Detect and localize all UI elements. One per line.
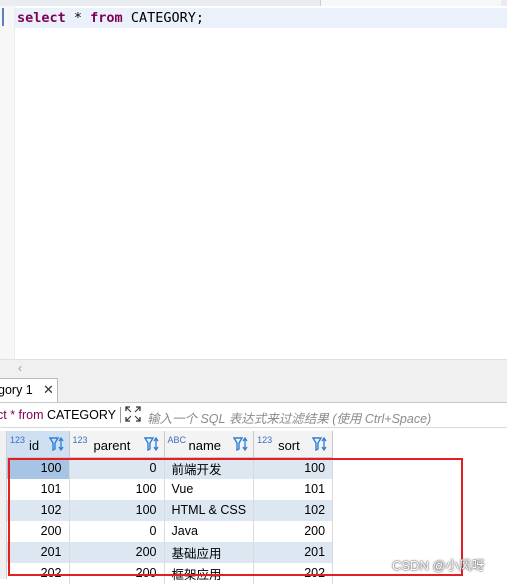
cell-sort[interactable]: 201: [253, 541, 334, 563]
filter-sort-icon[interactable]: [312, 436, 328, 452]
cell-id[interactable]: 200: [7, 520, 70, 542]
cell-name[interactable]: Vue: [164, 478, 255, 500]
filter-input[interactable]: 输入一个 SQL 表达式来过滤结果 (使用 Ctrl+Space): [147, 408, 431, 427]
filter-sort-icon[interactable]: [48, 436, 65, 452]
change-marker: [2, 8, 4, 26]
cell-parent[interactable]: 100: [69, 478, 165, 500]
sql-star: *: [65, 10, 91, 26]
cell-parent[interactable]: 200: [69, 541, 165, 563]
table-row[interactable]: 202 200 框架应用 202: [7, 562, 334, 584]
cell-parent[interactable]: 200: [69, 562, 165, 584]
sql-keyword-select: select: [17, 10, 66, 26]
filter-sort-icon[interactable]: [233, 436, 249, 452]
divider: [120, 407, 121, 423]
cell-sort[interactable]: 100: [253, 457, 334, 479]
text-type-icon: ABC: [167, 435, 187, 445]
filter-query-keywords: ct * from: [0, 408, 44, 422]
sql-editor[interactable]: select * from CATEGORY;: [0, 6, 507, 359]
column-name: sort: [278, 438, 300, 453]
number-type-icon: 123: [72, 435, 88, 445]
cell-id[interactable]: 101: [7, 478, 70, 500]
sql-keyword-from: from: [90, 10, 123, 26]
results-tab-bar: gory 1 ✕: [0, 376, 507, 403]
line-gutter: [0, 6, 15, 359]
cell-id[interactable]: 202: [7, 562, 70, 584]
table-row[interactable]: 201 200 基础应用 201: [7, 541, 334, 563]
editor-horizontal-scrollbar[interactable]: ‹: [0, 359, 507, 376]
column-name: parent: [93, 438, 131, 453]
expand-icon[interactable]: [125, 406, 141, 422]
filter-query: ct * from CATEGORY: [0, 408, 116, 422]
table-row[interactable]: 102 100 HTML & CSS 102: [7, 499, 334, 521]
table-row[interactable]: 100 0 前端开发 100: [7, 457, 334, 479]
cell-name[interactable]: 基础应用: [164, 541, 255, 563]
column-header-id[interactable]: 123 id: [7, 431, 70, 458]
filter-sort-icon[interactable]: [143, 436, 160, 452]
scroll-left-icon[interactable]: ‹: [18, 360, 22, 376]
number-type-icon: 123: [10, 435, 26, 445]
cell-name[interactable]: 前端开发: [164, 457, 255, 479]
sql-statement[interactable]: select * from CATEGORY;: [17, 10, 204, 27]
cell-sort[interactable]: 101: [253, 478, 334, 500]
results-table: 123 id 123 parent ABC name 123 sort 100 …: [7, 431, 334, 584]
sql-table-name: CATEGORY;: [122, 10, 204, 26]
cell-id[interactable]: 100: [7, 457, 70, 479]
cell-id[interactable]: 201: [7, 541, 70, 563]
tab-results[interactable]: gory 1 ✕: [0, 378, 58, 402]
number-type-icon: 123: [257, 435, 273, 445]
cell-parent[interactable]: 0: [69, 457, 165, 479]
cell-sort[interactable]: 102: [253, 499, 334, 521]
cell-name[interactable]: Java: [164, 520, 255, 542]
column-header-sort[interactable]: 123 sort: [253, 431, 334, 458]
cell-name[interactable]: HTML & CSS: [164, 499, 255, 521]
column-header-name[interactable]: ABC name: [164, 431, 255, 458]
results-tab-label: gory 1: [0, 383, 33, 397]
cell-name[interactable]: 框架应用: [164, 562, 255, 584]
column-name: id: [29, 438, 40, 453]
close-icon[interactable]: ✕: [43, 382, 54, 398]
filter-query-table: CATEGORY: [43, 408, 117, 422]
cell-sort[interactable]: 202: [253, 562, 334, 584]
cell-parent[interactable]: 100: [69, 499, 165, 521]
cell-id[interactable]: 102: [7, 499, 70, 521]
column-name: name: [188, 438, 222, 453]
row-header-gutter: [0, 431, 7, 579]
filter-bar: ct * from CATEGORY 输入一个 SQL 表达式来过滤结果 (使用…: [0, 403, 507, 428]
table-row[interactable]: 200 0 Java 200: [7, 520, 334, 542]
column-header-parent[interactable]: 123 parent: [69, 431, 165, 458]
cell-sort[interactable]: 200: [253, 520, 334, 542]
table-row[interactable]: 101 100 Vue 101: [7, 478, 334, 500]
cell-parent[interactable]: 0: [69, 520, 165, 542]
watermark: CSDN @小风呀: [392, 558, 485, 573]
